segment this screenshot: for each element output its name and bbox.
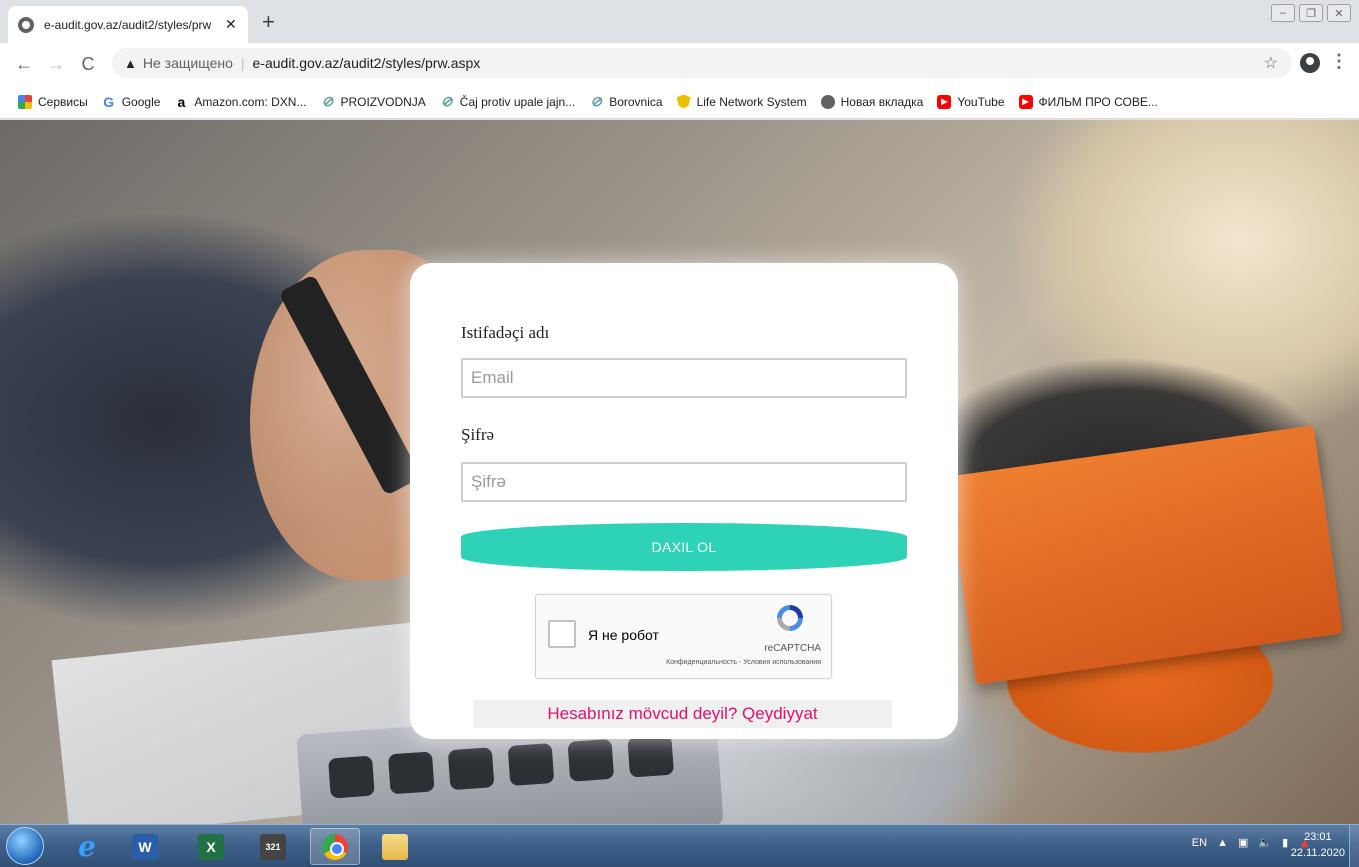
bookmark-film[interactable]: ▶ ФИЛЬМ ПРО СОВЕ... — [1018, 94, 1158, 109]
bookmark-amazon[interactable]: a Amazon.com: DXN... — [174, 93, 307, 110]
window-controls: – ❐ ✕ — [1271, 4, 1351, 22]
start-button[interactable] — [6, 827, 44, 865]
leaf-icon: ⊘ — [590, 93, 603, 109]
bookmark-proizvodnja[interactable]: ⊘ PROIZVODNJA — [320, 93, 426, 109]
taskbar-clock[interactable]: 23:01 22.11.2020 — [1291, 829, 1345, 861]
youtube-icon: ▶ — [937, 94, 952, 109]
clock-time: 23:01 — [1304, 831, 1332, 843]
close-tab-icon[interactable]: ✕ — [225, 16, 237, 33]
username-label: Istifadəçi adı — [461, 323, 550, 342]
clock-date: 22.11.2020 — [1290, 847, 1345, 859]
taskbar-chrome[interactable] — [310, 828, 360, 865]
back-icon[interactable]: ← — [8, 54, 40, 75]
forward-icon[interactable]: → — [40, 54, 72, 75]
login-button[interactable]: DAXIL OL — [461, 523, 907, 571]
register-link[interactable]: Hesabınız mövcud deyil? Qeydiyyat — [473, 700, 892, 728]
maximize-icon[interactable]: ❐ — [1299, 4, 1323, 22]
recaptcha-terms-link[interactable]: Конфиденциальность - Условия использован… — [666, 659, 821, 666]
password-label: Şifrə — [461, 425, 495, 444]
taskbar-word[interactable]: W — [120, 828, 170, 865]
word-icon: W — [132, 833, 158, 860]
show-desktop-button[interactable] — [1349, 825, 1359, 867]
language-indicator[interactable]: EN — [1192, 837, 1207, 849]
browser-tab[interactable]: e-audit.gov.az/audit2/styles/prw ✕ — [8, 6, 248, 43]
bookmark-new-tab[interactable]: Новая вкладка — [820, 94, 923, 109]
recaptcha-widget: Я не робот reCAPTCHA Конфиденциальность … — [535, 594, 832, 679]
menu-kebab-icon[interactable]: ⋮ — [1330, 51, 1348, 72]
signal-icon[interactable]: ▮ — [1282, 836, 1288, 849]
taskbar-ie[interactable]: e — [62, 828, 112, 865]
bookmark-life-network[interactable]: Life Network System — [676, 94, 807, 109]
chrome-icon — [322, 833, 348, 860]
background-notebook — [947, 425, 1343, 685]
bookmark-youtube[interactable]: ▶ YouTube — [937, 94, 1005, 109]
youtube-icon: ▶ — [1018, 94, 1033, 109]
address-bar[interactable]: ▲ Не защищено | e-audit.gov.az/audit2/st… — [112, 48, 1292, 78]
taskbar-explorer[interactable] — [370, 828, 420, 865]
network-adapter-icon[interactable]: ▣ — [1238, 836, 1248, 849]
profile-icon[interactable] — [1300, 53, 1320, 73]
url-text[interactable]: e-audit.gov.az/audit2/styles/prw.aspx — [253, 55, 481, 71]
taskbar-excel[interactable]: X — [186, 828, 236, 865]
new-tab-button[interactable]: + — [262, 10, 275, 34]
email-input[interactable] — [461, 358, 907, 398]
volume-icon[interactable]: 🔈 — [1258, 836, 1272, 849]
reload-icon[interactable]: C — [72, 54, 104, 75]
windows-taskbar: e W X 321 EN ▲ ▣ 🔈 ▮ ▲ 23:01 22.11.2020 — [0, 824, 1359, 867]
globe-icon — [820, 94, 835, 109]
media-player-icon: 321 — [260, 833, 286, 860]
bookmark-caj[interactable]: ⊘ Čaj protiv upale jajn... — [440, 93, 575, 109]
google-icon: G — [103, 93, 115, 110]
bookmarks-bar: Сервисы G Google a Amazon.com: DXN... ⊘ PRO… — [0, 85, 1359, 119]
apps-grid-icon — [18, 94, 32, 109]
leaf-icon: ⊘ — [321, 93, 334, 109]
internet-explorer-icon: e — [78, 830, 96, 863]
security-label[interactable]: Не защищено — [143, 55, 233, 71]
recaptcha-brand: reCAPTCHA — [764, 643, 821, 654]
bookmark-google[interactable]: G Google — [102, 93, 160, 110]
globe-icon — [18, 16, 34, 33]
bookmark-services[interactable]: Сервисы — [18, 94, 88, 109]
amazon-icon: a — [177, 93, 186, 110]
minimize-icon[interactable]: – — [1271, 4, 1295, 22]
leaf-icon: ⊘ — [440, 93, 453, 109]
password-input[interactable] — [461, 462, 907, 502]
excel-icon: X — [198, 833, 224, 860]
folder-icon — [382, 833, 408, 860]
bookmark-borovnica[interactable]: ⊘ Borovnica — [589, 93, 662, 109]
browser-tab-strip: e-audit.gov.az/audit2/styles/prw ✕ + – ❐… — [0, 0, 1359, 43]
browser-toolbar: ← → C ▲ Не защищено | e-audit.gov.az/aud… — [0, 43, 1359, 85]
warning-icon[interactable]: ▲ — [124, 56, 137, 71]
bookmark-star-icon[interactable]: ☆ — [1264, 53, 1278, 73]
taskbar-media[interactable]: 321 — [248, 828, 298, 865]
shield-icon — [676, 94, 691, 109]
address-separator: | — [240, 55, 245, 71]
recaptcha-icon — [777, 605, 803, 631]
show-hidden-icons-icon[interactable]: ▲ — [1217, 837, 1228, 849]
recaptcha-checkbox[interactable] — [548, 620, 576, 648]
recaptcha-label: Я не робот — [588, 627, 659, 643]
close-window-icon[interactable]: ✕ — [1327, 4, 1351, 22]
login-card: Istifadəçi adı Şifrə DAXIL OL Я не робот… — [410, 263, 958, 739]
tab-title: e-audit.gov.az/audit2/styles/prw — [44, 17, 212, 32]
